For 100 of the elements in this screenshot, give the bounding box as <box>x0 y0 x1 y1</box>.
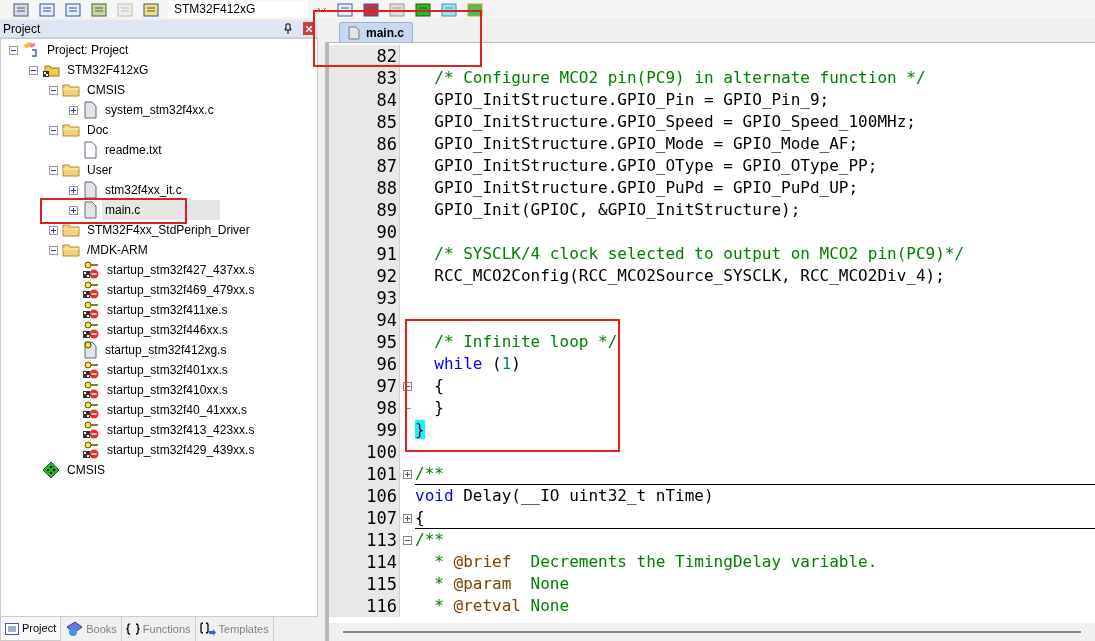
panel-title: Project <box>2 20 42 38</box>
horizontal-scrollbar[interactable] <box>343 631 1081 633</box>
line-number: 113 <box>329 529 399 551</box>
code-line: } <box>433 397 444 419</box>
excluded-file-icon <box>82 321 100 339</box>
code-line: GPIO_Init(GPIOC, &GPIO_InitStructure); <box>433 199 801 221</box>
file-icon <box>82 181 98 199</box>
code-line: * @retval None <box>433 595 570 617</box>
line-number: 87 <box>329 155 399 177</box>
fold-expand-icon[interactable] <box>403 513 412 523</box>
panel-tab[interactable]: Templates <box>195 617 274 641</box>
folder-icon <box>62 122 80 138</box>
line-number: 95 <box>329 331 399 353</box>
tree-item[interactable]: CMSIS <box>84 80 128 100</box>
component-icon <box>42 461 60 479</box>
tree-item[interactable]: Doc <box>84 120 112 140</box>
line-number: 89 <box>329 199 399 221</box>
line-number: 101 <box>329 463 399 485</box>
book-icon <box>65 621 84 637</box>
folder-icon <box>62 82 80 98</box>
file-icon <box>82 201 98 219</box>
tree-item[interactable]: startup_stm32f446xx.s <box>104 320 231 340</box>
expand-toggle[interactable] <box>69 185 78 195</box>
tree-item[interactable]: startup_stm32f40_41xxx.s <box>104 400 251 420</box>
tree-item[interactable]: User <box>84 160 116 180</box>
folder-icon <box>62 222 80 238</box>
line-number: 107 <box>329 507 399 529</box>
file-icon <box>82 101 98 119</box>
code-line: GPIO_InitStructure.GPIO_PuPd = GPIO_PuPd_UP; <box>433 177 859 199</box>
excluded-file-icon <box>82 381 100 399</box>
tree-item[interactable]: stm32f4xx_it.c <box>102 180 185 200</box>
file-icon <box>82 341 98 359</box>
expand-toggle[interactable] <box>69 105 78 115</box>
tree-item[interactable]: CMSIS <box>64 460 108 480</box>
tree-item[interactable]: startup_stm32f427_437xx.s <box>104 260 258 280</box>
tree-item[interactable]: main.c <box>102 200 221 220</box>
panel-tab[interactable]: Books <box>61 617 122 641</box>
project-icon <box>22 42 40 58</box>
panel-tab[interactable]: Functions <box>121 617 196 641</box>
code-line: /* SYSCLK/4 clock selected to output on MCO2 pin(PC9)*/ <box>433 243 965 265</box>
line-number: 86 <box>329 133 399 155</box>
collapse-toggle[interactable] <box>49 85 58 95</box>
code-line: GPIO_InitStructure.GPIO_Mode = GPIO_Mode_AF; <box>433 133 859 155</box>
line-number: 98 <box>329 397 399 419</box>
code-line: /* Infinite loop */ <box>433 331 618 353</box>
code-line: RCC_MCO2Config(RCC_MCO2Source_SYSCLK, RCC_MCO2Div_4); <box>433 265 945 287</box>
line-number: 99 <box>329 419 399 441</box>
folder-icon <box>62 162 80 178</box>
tree-item[interactable]: startup_stm32f401xx.s <box>104 360 231 380</box>
line-number: 84 <box>329 89 399 111</box>
tree-item[interactable]: startup_stm32f469_479xx.s <box>104 280 258 300</box>
line-number: 97 <box>329 375 399 397</box>
line-number: 115 <box>329 573 399 595</box>
tree-item[interactable]: startup_stm32f410xx.s <box>104 380 231 400</box>
panel-tab[interactable]: Project <box>0 617 62 641</box>
code-line: while (1) <box>433 353 521 375</box>
excluded-file-icon <box>82 281 100 299</box>
code-line: * @param None <box>433 573 570 595</box>
file-tab[interactable]: main.c <box>339 22 413 42</box>
excluded-file-icon <box>82 441 100 459</box>
target-select[interactable]: STM32F412xG <box>168 1 308 18</box>
line-number: 83 <box>329 67 399 89</box>
excluded-file-icon <box>82 401 100 419</box>
code-line: GPIO_InitStructure.GPIO_Pin = GPIO_Pin_9; <box>433 89 830 111</box>
code-line: /** <box>415 529 444 551</box>
tree-item[interactable]: startup_stm32f411xe.s <box>104 300 231 320</box>
code-line: * @brief Decrements the TimingDelay variable. <box>433 551 878 573</box>
tree-item[interactable]: /MDK-ARM <box>84 240 151 260</box>
tree-item[interactable]: readme.txt <box>102 140 165 160</box>
tree-item[interactable]: Project: Project <box>44 40 132 60</box>
tree-item[interactable]: STM32F412xG <box>64 60 152 80</box>
line-number: 82 <box>329 45 399 67</box>
tree-item[interactable]: startup_stm32f413_423xx.s <box>104 420 258 440</box>
tree-item[interactable]: STM32F4xx_StdPeriph_Driver <box>84 220 253 240</box>
line-number: 94 <box>329 309 399 331</box>
line-number: 85 <box>329 111 399 133</box>
code-line: GPIO_InitStructure.GPIO_Speed = GPIO_Speed_100MHz; <box>433 111 916 133</box>
line-number: 114 <box>329 551 399 573</box>
braces-icon <box>125 623 140 635</box>
code-line: /* Configure MCO2 pin(PC9) in alternate function */ <box>433 67 926 89</box>
collapse-toggle[interactable] <box>29 65 38 75</box>
collapse-toggle[interactable] <box>49 165 58 175</box>
tree-item[interactable]: startup_stm32f429_439xx.s <box>104 440 258 460</box>
fold-collapse-icon[interactable] <box>403 381 412 391</box>
excluded-file-icon <box>82 421 100 439</box>
fold-expand-icon[interactable] <box>403 469 412 479</box>
expand-toggle[interactable] <box>49 225 58 235</box>
code-line: GPIO_InitStructure.GPIO_OType = GPIO_OType_PP; <box>433 155 878 177</box>
line-number: 90 <box>329 221 399 243</box>
collapse-toggle[interactable] <box>49 245 58 255</box>
list-icon <box>5 622 19 635</box>
collapse-toggle[interactable] <box>9 45 18 55</box>
line-number: 96 <box>329 353 399 375</box>
collapse-toggle[interactable] <box>49 125 58 135</box>
fold-collapse-icon[interactable] <box>403 535 412 545</box>
expand-toggle[interactable] <box>69 205 78 215</box>
pin-icon[interactable] <box>283 22 293 35</box>
folder-icon <box>42 62 60 78</box>
tree-item[interactable]: startup_stm32f412xg.s <box>102 340 230 360</box>
tree-item[interactable]: system_stm32f4xx.c <box>102 100 217 120</box>
